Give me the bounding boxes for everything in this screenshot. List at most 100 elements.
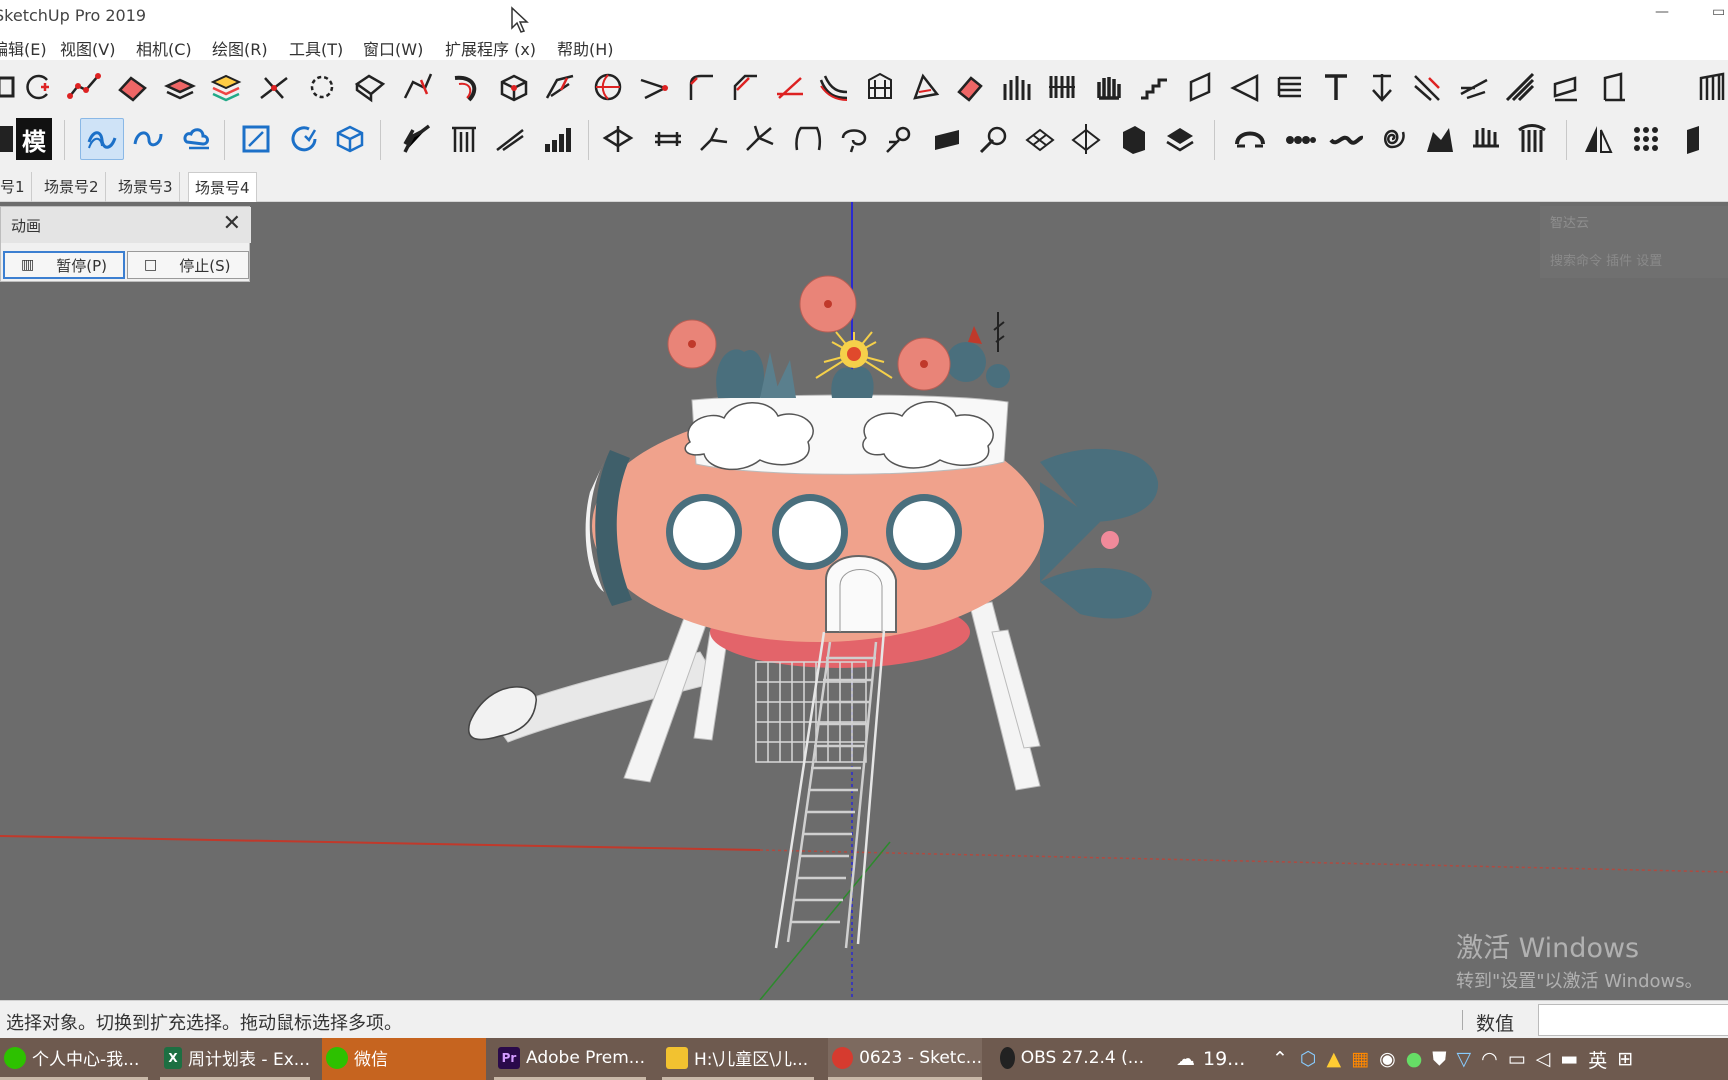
pause-button[interactable]: ▥ 暂停(P) xyxy=(3,251,125,279)
plate-icon[interactable] xyxy=(1546,66,1586,108)
split-icon[interactable] xyxy=(740,118,780,160)
fillet-icon[interactable] xyxy=(680,66,720,108)
offset-curve-icon[interactable] xyxy=(814,66,854,108)
defender-icon[interactable]: ▽ xyxy=(1457,1048,1472,1070)
ramp-icon[interactable] xyxy=(1500,66,1540,108)
extrude-icon[interactable] xyxy=(398,66,438,108)
wave-icon[interactable] xyxy=(1326,118,1366,160)
chain-icon[interactable] xyxy=(1280,118,1320,160)
bar-steps-icon[interactable] xyxy=(538,118,578,160)
wifi-icon[interactable]: ◠ xyxy=(1481,1048,1498,1070)
layer-stack-icon[interactable] xyxy=(1160,118,1200,160)
menu-extensions[interactable]: 扩展程序 (x) xyxy=(445,36,536,60)
tab-scene-4[interactable]: 场景号4 xyxy=(188,172,257,202)
menu-camera[interactable]: 相机(C) xyxy=(136,36,192,60)
tube-icon[interactable] xyxy=(928,118,968,160)
mirror-icon[interactable] xyxy=(1578,118,1618,160)
weather-widget[interactable]: ☁ 19... xyxy=(1176,1038,1245,1080)
spiral-hook-icon[interactable] xyxy=(834,118,874,160)
wedge-icon[interactable] xyxy=(1226,66,1266,108)
stop-button[interactable]: □ 停止(S) xyxy=(127,251,249,279)
cross-plane-icon[interactable] xyxy=(1066,118,1106,160)
columns-icon[interactable] xyxy=(996,66,1036,108)
shelf-icon[interactable] xyxy=(1692,66,1728,108)
railing-icon[interactable] xyxy=(444,118,484,160)
stack-icon[interactable] xyxy=(1270,66,1310,108)
drop-icon[interactable] xyxy=(1362,66,1402,108)
angle-line-icon[interactable] xyxy=(770,66,810,108)
shape-fill-icon[interactable] xyxy=(112,66,152,108)
task-obs[interactable]: OBS 27.2.4 (... xyxy=(996,1038,1144,1080)
menu-window[interactable]: 窗口(W) xyxy=(363,36,423,60)
loft-icon[interactable] xyxy=(634,66,674,108)
value-input[interactable] xyxy=(1538,1004,1728,1036)
colors-icon[interactable]: ▦ xyxy=(1351,1048,1369,1070)
array-icon[interactable] xyxy=(598,118,638,160)
cube-icon[interactable] xyxy=(494,66,534,108)
monitor-icon[interactable]: ▭ xyxy=(1508,1048,1526,1070)
dot-array-icon[interactable] xyxy=(1626,118,1666,160)
colonnade-icon[interactable] xyxy=(1512,118,1552,160)
wechat-tray-icon[interactable]: ● xyxy=(1406,1048,1423,1070)
menu-tools[interactable]: 工具(T) xyxy=(289,36,343,60)
bend-icon[interactable] xyxy=(446,66,486,108)
multi-columns-icon[interactable] xyxy=(1042,66,1082,108)
intersect-icon[interactable] xyxy=(254,66,294,108)
cloud-curve-icon[interactable] xyxy=(176,118,216,160)
node-icon[interactable] xyxy=(880,118,920,160)
menu-view[interactable]: 视图(V) xyxy=(60,36,115,60)
close-icon[interactable]: ✕ xyxy=(223,211,241,236)
scale-icon[interactable] xyxy=(236,118,276,160)
task-excel[interactable]: X 周计划表 - Ex... xyxy=(160,1038,310,1080)
slope-line-icon[interactable] xyxy=(490,118,530,160)
arc-add-icon[interactable] xyxy=(18,66,58,108)
task-wechat[interactable]: 微信 xyxy=(322,1038,486,1080)
task-sketchup[interactable]: 0623 - Sketc... xyxy=(828,1038,982,1080)
layers-icon[interactable] xyxy=(160,66,200,108)
bluetooth-icon[interactable]: ⬡ xyxy=(1300,1048,1317,1070)
restore-icon[interactable]: ▭ xyxy=(1712,4,1725,20)
door-icon[interactable] xyxy=(1594,66,1634,108)
battery-icon[interactable]: ▬ xyxy=(1560,1048,1578,1070)
eraser-icon[interactable] xyxy=(950,66,990,108)
tab-scene-3[interactable]: 场景号3 xyxy=(112,172,180,202)
model-viewport[interactable] xyxy=(0,202,1728,1000)
block-icon[interactable] xyxy=(1114,118,1154,160)
spiral-icon[interactable] xyxy=(1372,118,1412,160)
sphere-icon[interactable] xyxy=(588,66,628,108)
weld-icon[interactable] xyxy=(694,118,734,160)
smooth-curve-icon[interactable] xyxy=(128,118,168,160)
distribute-icon[interactable] xyxy=(648,118,688,160)
chamfer-icon[interactable] xyxy=(724,66,764,108)
polyline-icon[interactable] xyxy=(64,66,104,108)
arch-icon[interactable] xyxy=(1230,118,1270,160)
volume-icon[interactable]: ◁ xyxy=(1536,1048,1551,1070)
slice-icon[interactable] xyxy=(540,66,580,108)
rotate-icon[interactable] xyxy=(284,118,324,160)
diagonal-cut-icon[interactable] xyxy=(1408,66,1448,108)
keyboard-icon[interactable]: ⊞ xyxy=(1617,1048,1633,1070)
minimize-icon[interactable]: — xyxy=(1655,4,1669,20)
menu-draw[interactable]: 绘图(R) xyxy=(212,36,268,60)
stairs-icon[interactable] xyxy=(1134,66,1174,108)
chrome-icon[interactable]: ◉ xyxy=(1379,1048,1396,1070)
hand-icon[interactable] xyxy=(1088,66,1128,108)
tab-scene-2[interactable]: 场景号2 xyxy=(38,172,106,202)
layers-color-icon[interactable] xyxy=(206,66,246,108)
panel-icon[interactable] xyxy=(1180,66,1220,108)
grid-plane-icon[interactable] xyxy=(1020,118,1060,160)
shield-icon[interactable]: ⛊ xyxy=(1432,1048,1446,1070)
wall-cut-icon[interactable] xyxy=(1420,118,1460,160)
frame-grid-icon[interactable] xyxy=(860,66,900,108)
soften-edges-icon[interactable] xyxy=(80,118,124,160)
task-personal-center[interactable]: 个人中心-我... xyxy=(0,1038,148,1080)
ime-indicator[interactable]: 英 xyxy=(1588,1046,1607,1073)
tab-scene-1[interactable]: 号1 xyxy=(0,172,32,202)
menu-help[interactable]: 帮助(H) xyxy=(557,36,614,60)
component-icon[interactable] xyxy=(330,118,370,160)
surface-icon[interactable] xyxy=(906,66,946,108)
task-explorer[interactable]: H:\儿童区\儿... xyxy=(662,1038,814,1080)
nail-icon[interactable] xyxy=(1316,66,1356,108)
curve-frame-icon[interactable] xyxy=(788,118,828,160)
sphere-point-icon[interactable] xyxy=(974,118,1014,160)
